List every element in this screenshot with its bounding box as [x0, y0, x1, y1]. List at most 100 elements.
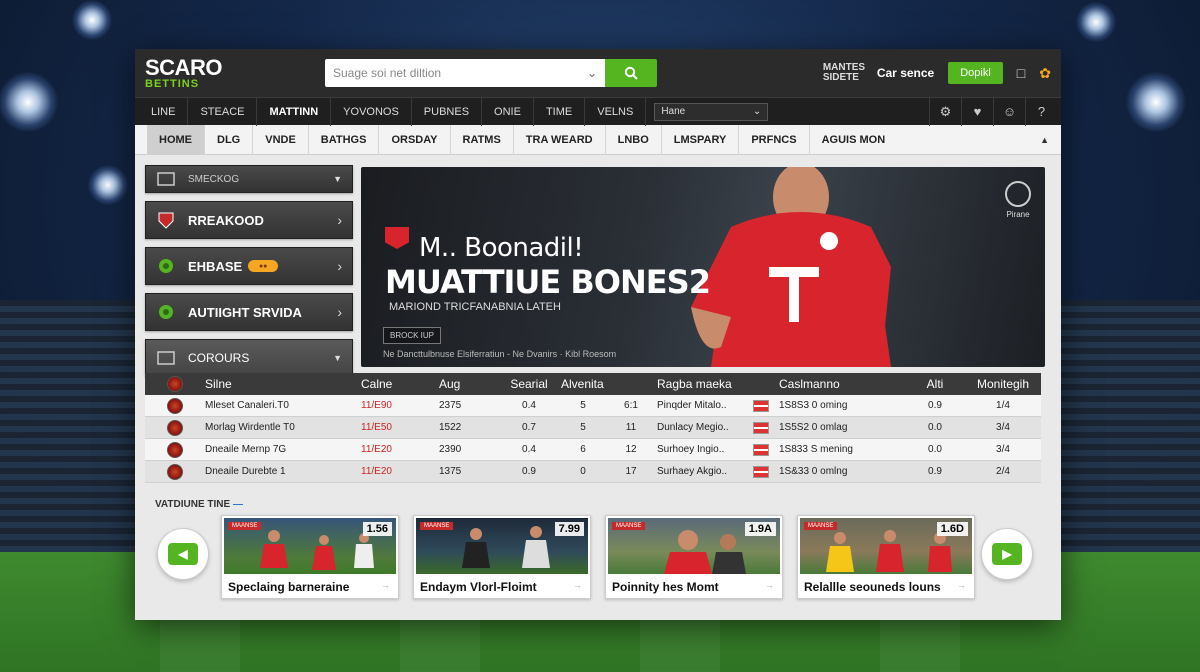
flame-icon[interactable]: ✿ — [1039, 65, 1051, 82]
nav-item-active[interactable]: MATTINN — [257, 97, 332, 126]
sidebar-item-ehbase[interactable]: EHBASE ●● › — [145, 247, 353, 285]
column-header[interactable]: Calne — [355, 377, 433, 391]
match-odds[interactable]: 11/E20 — [355, 444, 433, 455]
search-input[interactable] — [333, 66, 587, 80]
more-arrow-icon[interactable]: → — [381, 580, 390, 590]
sidebar-item-smeckog[interactable]: SMECKOG ▼ — [145, 165, 353, 193]
hero-title: MUATTIUE BONES2 — [385, 263, 711, 301]
chevron-right-icon: › — [337, 258, 342, 274]
top-right-controls: MANTES SIDETE Car sence Dopikl □ ✿ — [823, 62, 1051, 84]
match-stat: 6 — [580, 444, 586, 455]
emblem-label: Pirane — [1006, 210, 1030, 219]
settings-icon[interactable]: ⚙ — [929, 97, 961, 126]
user-icon[interactable]: ☺ — [993, 97, 1025, 126]
nav-item[interactable]: ONIE — [482, 97, 534, 126]
floodlight — [0, 72, 58, 132]
tab[interactable]: TRA WEARD — [514, 124, 606, 155]
tab[interactable]: LNBO — [606, 124, 662, 155]
carousel-prev-button[interactable]: ◀ — [157, 528, 209, 580]
tab[interactable]: AGUIS MON — [810, 125, 898, 155]
nav-item[interactable]: VELNS — [585, 97, 647, 126]
card-tag: MAANSE — [612, 522, 646, 530]
match-odds[interactable]: 11/E20 — [355, 466, 433, 477]
column-header[interactable]: Alvenita — [555, 377, 651, 391]
match-odds[interactable]: 11/E50 — [355, 422, 433, 433]
column-header[interactable]: Ragba maeka — [651, 377, 773, 391]
table-row[interactable]: Mleset Canaleri.T0 11/E90 2375 0.4 5 6:1… — [145, 395, 1041, 417]
more-arrow-icon[interactable]: → — [765, 580, 774, 590]
column-header[interactable]: Caslmanno — [773, 377, 905, 391]
featured-card[interactable]: MAANSE 7.99 Endaym Vlorl-Floimt → — [413, 515, 591, 599]
chevron-right-icon: › — [337, 304, 342, 320]
table-row[interactable]: Dneaile Mernp 7G 11/E20 2390 0.4 6 12 Su… — [145, 439, 1041, 461]
match-stat: 0.9 — [522, 466, 536, 477]
tab[interactable]: LMSPARY — [662, 124, 740, 155]
message-icon[interactable]: □ — [1017, 65, 1025, 81]
promo-link[interactable]: MANTES SIDETE — [823, 63, 865, 83]
column-header[interactable]: Monitegih — [959, 377, 1041, 391]
match-stat: 0.4 — [522, 400, 536, 411]
column-header[interactable]: Aug — [433, 377, 497, 391]
tab[interactable]: PRFNCS — [739, 124, 810, 155]
nav-item[interactable]: PUBNES — [412, 97, 483, 126]
table-row[interactable]: Morlag Wirdentle T0 11/E50 1522 0.7 5 11… — [145, 417, 1041, 439]
user-name[interactable]: Car sence — [877, 66, 934, 80]
sidebar-item-autiight-srvida[interactable]: AUTIIGHT SRVIDA › — [145, 293, 353, 331]
match-odds[interactable]: 11/E90 — [355, 400, 433, 411]
match-partner: Surhaey Akgio.. — [657, 466, 728, 477]
tab[interactable]: BATHGS — [309, 124, 380, 155]
help-icon[interactable]: ? — [1025, 97, 1057, 126]
chevron-down-icon[interactable]: ⌄ — [587, 66, 597, 80]
match-avg: 1522 — [439, 422, 462, 433]
match-cashout: 1S&33 0 omlng — [779, 466, 848, 477]
nav-select[interactable]: Hane ⌄ — [654, 102, 769, 121]
match-partner: Surhoey Ingio.. — [657, 444, 725, 455]
featured-card[interactable]: MAANSE 1.6D Relallle seouneds louns → — [797, 515, 975, 599]
tab[interactable]: RATMS — [451, 124, 514, 155]
more-arrow-icon[interactable]: → — [957, 580, 966, 590]
carousel-next-button[interactable]: ▶ — [981, 528, 1033, 580]
caret-up-icon[interactable]: ▲ — [1040, 135, 1049, 145]
nav-item[interactable]: YOVONOS — [331, 97, 412, 126]
sidebar-item-label: RREAKOOD — [188, 212, 264, 228]
search-button[interactable] — [605, 59, 657, 87]
featured-card[interactable]: MAANSE 1.56 Speclaing barneraine → — [221, 515, 399, 599]
hero-cta-button[interactable]: BROCK IUP — [383, 327, 442, 344]
card-odds[interactable]: 1.56 — [362, 522, 392, 536]
tab[interactable]: ORSDAY — [379, 124, 451, 155]
floodlight — [1076, 2, 1116, 42]
brand-logo[interactable]: SCARO BETTINS — [145, 56, 305, 90]
crowd-left — [0, 300, 140, 560]
column-header[interactable]: Alti — [905, 377, 959, 391]
column-header[interactable]: Silne — [199, 377, 355, 391]
match-name: Dneaile Durebte 1 — [205, 466, 286, 477]
card-tag: MAANSE — [420, 522, 454, 530]
sidebar-item-corours[interactable]: COROURS ▼ — [145, 339, 353, 377]
more-arrow-icon[interactable]: → — [573, 580, 582, 590]
sidebar-item-rreakood[interactable]: RREAKOOD › — [145, 201, 353, 239]
tab[interactable]: DLG — [205, 124, 254, 155]
tab-home[interactable]: HOME — [147, 124, 205, 155]
featured-label-text: VATDIUNE TINE — [155, 499, 231, 510]
card-odds[interactable]: 1.6D — [936, 522, 968, 536]
brand-flag-icon — [385, 227, 409, 249]
tab[interactable]: VNDE — [253, 124, 309, 155]
team-crest-icon — [145, 419, 199, 436]
card-tag: MAANSE — [228, 522, 262, 530]
nav-item[interactable]: STEACE — [188, 97, 258, 126]
table-row[interactable]: Dneaile Durebte 1 11/E20 1375 0.9 0 17 S… — [145, 461, 1041, 483]
card-tag: MAANSE — [804, 522, 838, 530]
card-image: MAANSE 1.9A — [608, 518, 780, 574]
heart-icon[interactable]: ♥ — [961, 97, 993, 126]
nav-item[interactable]: TIME — [534, 97, 586, 126]
brand-subname: BETTINS — [145, 77, 200, 90]
featured-card[interactable]: MAANSE 1.9A Poinnity hes Momt → — [605, 515, 783, 599]
column-header[interactable]: Searial — [497, 377, 555, 391]
card-odds[interactable]: 1.9A — [744, 522, 776, 536]
card-odds[interactable]: 7.99 — [554, 522, 584, 536]
sidebar-item-label: SMECKOG — [188, 173, 240, 185]
nav-item[interactable]: LINE — [139, 97, 189, 126]
search-field: ⌄ — [325, 59, 605, 87]
hero-banner[interactable]: M.. Boonadil! MUATTIUE BONES2 MARIOND TR… — [361, 167, 1045, 367]
deposit-button[interactable]: Dopikl — [948, 62, 1003, 84]
